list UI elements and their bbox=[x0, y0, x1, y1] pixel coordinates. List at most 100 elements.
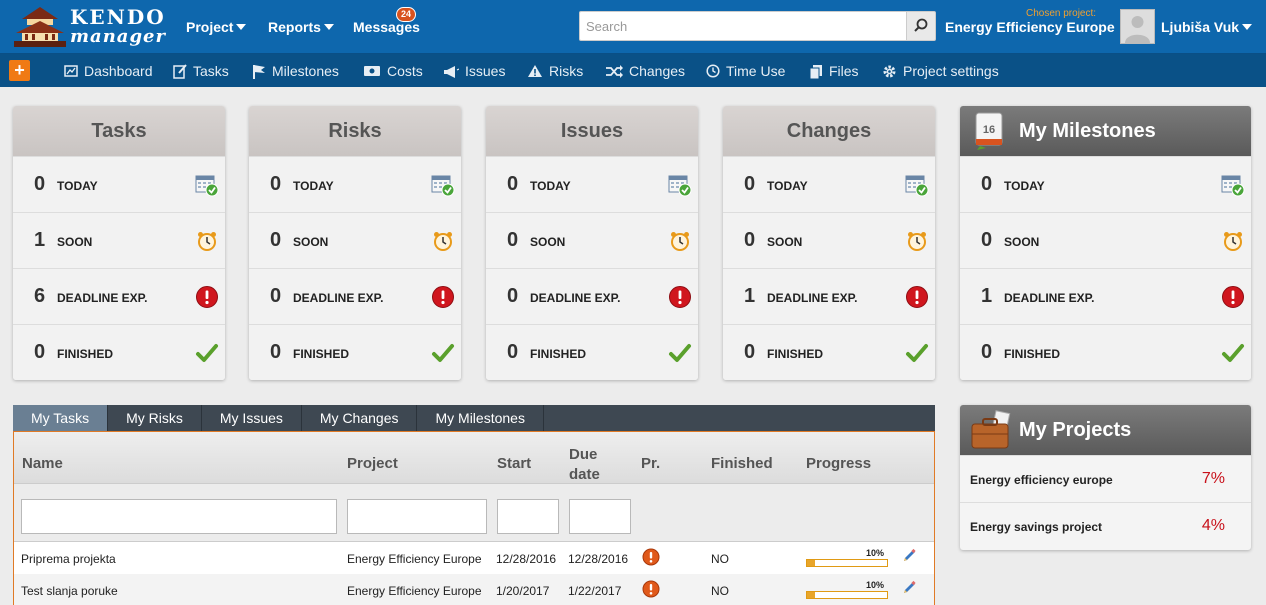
list-item[interactable]: Energy savings project 4% bbox=[960, 502, 1251, 549]
calendar-check-icon bbox=[1221, 173, 1245, 197]
search-input[interactable] bbox=[579, 11, 907, 41]
calendar-check-icon bbox=[668, 173, 692, 197]
row-deadline-expired[interactable]: 0 DEADLINE EXP. bbox=[486, 268, 698, 324]
row-finished[interactable]: 0 FINISHED bbox=[960, 324, 1251, 380]
row-today[interactable]: 0 TODAY bbox=[960, 156, 1251, 212]
count-value: 0 bbox=[270, 229, 282, 251]
row-label: DEADLINE EXP. bbox=[530, 291, 621, 305]
list-item[interactable]: Energy efficiency europe 7% bbox=[960, 455, 1251, 502]
messages-count-badge: 24 bbox=[396, 7, 417, 22]
count-value: 1 bbox=[34, 229, 46, 251]
row-today[interactable]: 0 TODAY bbox=[723, 156, 935, 212]
task-project: Energy Efficiency Europe bbox=[347, 584, 482, 598]
subnav-issues[interactable]: Issues bbox=[443, 63, 505, 79]
task-finished: NO bbox=[711, 552, 729, 566]
task-name[interactable]: Test slanja poruke bbox=[21, 584, 118, 598]
chevron-down-icon bbox=[1242, 24, 1253, 30]
row-soon[interactable]: 0 SOON bbox=[249, 212, 461, 268]
tab-my-milestones[interactable]: My Milestones bbox=[417, 405, 544, 431]
subnav-time-use[interactable]: Time Use bbox=[706, 63, 785, 79]
row-label: DEADLINE EXP. bbox=[57, 291, 148, 305]
subnav-tasks[interactable]: Tasks bbox=[173, 63, 229, 79]
panel-title: 16 My Milestones bbox=[960, 106, 1251, 156]
panel-title: Tasks bbox=[13, 106, 225, 156]
filter-start-input[interactable] bbox=[497, 499, 559, 534]
count-value: 0 bbox=[981, 229, 993, 251]
filter-name-input[interactable] bbox=[21, 499, 337, 534]
table-row[interactable]: Test slanja poruke Energy Efficiency Euro… bbox=[14, 574, 934, 605]
row-soon[interactable]: 0 SOON bbox=[960, 212, 1251, 268]
high-priority-icon bbox=[642, 580, 660, 598]
subnav-files[interactable]: Files bbox=[809, 63, 859, 79]
search-button[interactable] bbox=[906, 11, 936, 41]
logo[interactable]: KENDO manager bbox=[12, 5, 165, 51]
progress-text: 10% bbox=[866, 580, 885, 590]
count-value: 1 bbox=[981, 285, 993, 307]
tab-my-issues[interactable]: My Issues bbox=[202, 405, 302, 431]
avatar[interactable] bbox=[1120, 9, 1155, 44]
row-label: TODAY bbox=[767, 179, 808, 193]
row-deadline-expired[interactable]: 1 DEADLINE EXP. bbox=[960, 268, 1251, 324]
row-finished[interactable]: 0 FINISHED bbox=[723, 324, 935, 380]
tab-my-tasks[interactable]: My Tasks bbox=[13, 405, 109, 431]
table-row[interactable]: Priprema projekta Energy Efficiency Europ… bbox=[14, 542, 934, 574]
count-value: 0 bbox=[744, 341, 756, 363]
row-finished[interactable]: 0 FINISHED bbox=[249, 324, 461, 380]
subnav-risks[interactable]: Risks bbox=[527, 63, 583, 79]
row-deadline-expired[interactable]: 6 DEADLINE EXP. bbox=[13, 268, 225, 324]
nav-project[interactable]: Project bbox=[186, 19, 247, 35]
user-menu[interactable]: Ljubiša Vuk bbox=[1161, 19, 1253, 35]
pencil-icon[interactable] bbox=[901, 548, 917, 564]
row-deadline-expired[interactable]: 0 DEADLINE EXP. bbox=[249, 268, 461, 324]
alarm-clock-icon bbox=[668, 229, 692, 253]
exclamation-circle-icon bbox=[431, 285, 455, 309]
shuffle-icon bbox=[606, 64, 623, 78]
row-label: SOON bbox=[293, 235, 329, 249]
nav-reports[interactable]: Reports bbox=[268, 19, 334, 35]
col-due-date[interactable]: Due date bbox=[569, 445, 609, 485]
row-deadline-expired[interactable]: 1 DEADLINE EXP. bbox=[723, 268, 935, 324]
tasks-table: Name Project Start Due date Pr. Finished… bbox=[13, 431, 935, 605]
row-soon[interactable]: 1 SOON bbox=[13, 212, 225, 268]
task-due: 12/28/2016 bbox=[568, 552, 629, 566]
chosen-project-name[interactable]: Energy Efficiency Europe bbox=[945, 19, 1115, 35]
col-finished[interactable]: Finished bbox=[711, 455, 773, 472]
col-progress[interactable]: Progress bbox=[806, 455, 871, 472]
row-finished[interactable]: 0 FINISHED bbox=[486, 324, 698, 380]
filter-row bbox=[14, 484, 934, 542]
count-value: 0 bbox=[507, 341, 519, 363]
row-soon[interactable]: 0 SOON bbox=[723, 212, 935, 268]
col-project[interactable]: Project bbox=[347, 455, 398, 472]
tab-my-changes[interactable]: My Changes bbox=[302, 405, 418, 431]
row-label: FINISHED bbox=[1004, 347, 1061, 361]
subnav-costs[interactable]: Costs bbox=[363, 63, 423, 79]
count-value: 0 bbox=[744, 229, 756, 251]
subnav-project-settings[interactable]: Project settings bbox=[882, 63, 999, 79]
filter-project-input[interactable] bbox=[347, 499, 487, 534]
col-name[interactable]: Name bbox=[22, 455, 63, 472]
exclamation-circle-icon bbox=[668, 285, 692, 309]
add-button[interactable]: + bbox=[9, 60, 30, 81]
pencil-icon[interactable] bbox=[901, 580, 917, 596]
row-label: DEADLINE EXP. bbox=[293, 291, 384, 305]
tab-my-risks[interactable]: My Risks bbox=[108, 405, 202, 431]
task-name[interactable]: Priprema projekta bbox=[21, 552, 116, 566]
count-value: 0 bbox=[507, 173, 519, 195]
subnav-changes[interactable]: Changes bbox=[605, 63, 685, 79]
col-priority[interactable]: Pr. bbox=[641, 455, 660, 472]
panel-changes: Changes 0 TODAY 0 SOON 1 DEADLINE EXP. 0 FINISH… bbox=[723, 106, 935, 380]
subnav-dashboard[interactable]: Dashboard bbox=[64, 63, 153, 79]
project-name: Energy efficiency europe bbox=[970, 473, 1113, 487]
milestone-calendar-icon: 16 bbox=[975, 112, 1003, 150]
row-today[interactable]: 0 TODAY bbox=[13, 156, 225, 212]
row-today[interactable]: 0 TODAY bbox=[486, 156, 698, 212]
subnav-milestones[interactable]: Milestones bbox=[252, 63, 339, 79]
row-today[interactable]: 0 TODAY bbox=[249, 156, 461, 212]
count-value: 0 bbox=[34, 173, 46, 195]
alarm-clock-icon bbox=[195, 229, 219, 253]
progress-bar bbox=[806, 559, 888, 567]
row-finished[interactable]: 0 FINISHED bbox=[13, 324, 225, 380]
col-start[interactable]: Start bbox=[497, 455, 531, 472]
row-soon[interactable]: 0 SOON bbox=[486, 212, 698, 268]
filter-due-input[interactable] bbox=[569, 499, 631, 534]
